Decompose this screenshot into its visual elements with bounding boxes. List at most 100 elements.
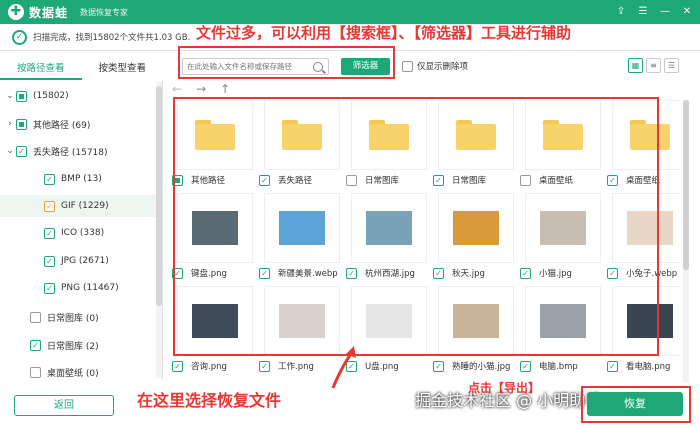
file-thumbnail[interactable] (177, 286, 253, 356)
file-thumbnail[interactable] (525, 193, 601, 263)
file-checkbox[interactable]: ✓ (259, 360, 270, 372)
close-icon[interactable]: ✕ (680, 4, 694, 19)
file-item[interactable]: ✓ 咨询.png (172, 286, 254, 380)
back-button[interactable]: 返回 (14, 395, 114, 416)
file-thumbnail[interactable] (177, 193, 253, 263)
file-item[interactable]: ✓ 杭州西湖.jpg (346, 193, 428, 287)
tree-checkbox[interactable] (30, 311, 41, 323)
file-thumbnail[interactable] (177, 100, 253, 170)
file-item[interactable]: 日常图库 (346, 100, 428, 194)
file-checkbox[interactable]: ✓ (433, 360, 444, 372)
tree-checkbox[interactable]: ✓ (44, 173, 55, 185)
chevron-down-icon[interactable]: ⌄ (4, 90, 16, 102)
tree-scrollbar-thumb[interactable] (156, 86, 162, 306)
search-input[interactable] (183, 59, 311, 74)
file-thumbnail[interactable] (438, 286, 514, 356)
tree-item[interactable]: 日常图库 (0) (0, 306, 160, 328)
file-item[interactable]: ✓ 工作.png (259, 286, 341, 380)
file-thumbnail[interactable] (525, 286, 601, 356)
share-icon[interactable]: ⇪ (614, 4, 628, 19)
tree-checkbox[interactable]: ✓ (44, 227, 55, 239)
file-item[interactable]: ✓ 看电脑.png (607, 286, 680, 380)
tree-checkbox[interactable]: ✓ (44, 255, 55, 267)
menu-icon[interactable]: ☰ (636, 4, 650, 19)
file-checkbox[interactable]: ✓ (433, 174, 444, 186)
file-item[interactable]: 桌面壁纸 (520, 100, 602, 194)
grid-scrollbar[interactable] (683, 100, 689, 382)
file-item[interactable]: 其他路径 (172, 100, 254, 194)
filter-button[interactable]: 筛选器 (341, 58, 390, 75)
tab-by-path[interactable]: 按路径查看 (0, 58, 82, 80)
tree-item[interactable]: ✓ 日常图库 (2) (0, 334, 160, 356)
chevron-right-icon[interactable]: › (4, 118, 16, 130)
file-thumbnail[interactable] (612, 193, 680, 263)
tree-checkbox[interactable]: ✓ (30, 339, 41, 351)
tree-item[interactable]: ✓ JPG (2671) (0, 250, 160, 272)
file-thumbnail[interactable] (351, 193, 427, 263)
minimize-icon[interactable]: — (658, 4, 672, 19)
file-checkbox[interactable]: ✓ (607, 267, 618, 279)
file-checkbox[interactable]: ✓ (433, 267, 444, 279)
file-checkbox[interactable]: ✓ (520, 267, 531, 279)
file-item[interactable]: ✓ 键盘.png (172, 193, 254, 287)
file-checkbox[interactable]: ✓ (259, 267, 270, 279)
file-checkbox[interactable]: ✓ (259, 174, 270, 186)
file-thumbnail[interactable] (438, 100, 514, 170)
grid-scrollbar-thumb[interactable] (683, 100, 689, 270)
tree-item[interactable]: ✓ ICO (338) (0, 222, 160, 244)
search-icon[interactable] (313, 61, 323, 72)
file-item[interactable]: ✓ 电脑.bmp (520, 286, 602, 380)
nav-back-icon[interactable]: ← (172, 82, 182, 96)
file-checkbox[interactable] (520, 174, 531, 186)
recover-button[interactable]: 恢复 (587, 392, 683, 416)
file-item[interactable]: ✓ 小兔子.webp (607, 193, 680, 287)
tree-checkbox[interactable] (16, 90, 27, 102)
tree-item[interactable]: ✓ PNG (11467) (0, 277, 160, 299)
file-checkbox[interactable]: ✓ (346, 267, 357, 279)
list-view-icon[interactable]: ≡ (646, 58, 661, 73)
tree-item[interactable]: ✓ GIF (1229) (0, 195, 160, 217)
file-item[interactable]: ✓ 小猫.jpg (520, 193, 602, 287)
file-checkbox[interactable]: ✓ (172, 267, 183, 279)
file-thumbnail[interactable] (264, 193, 340, 263)
grid-view-icon[interactable]: ▦ (628, 58, 643, 73)
file-thumbnail[interactable] (264, 286, 340, 356)
detail-view-icon[interactable]: ☰ (664, 58, 679, 73)
tree-scrollbar[interactable] (156, 82, 162, 378)
file-item[interactable]: ✓ 熟睡的小猫.jpg (433, 286, 515, 380)
file-checkbox[interactable]: ✓ (172, 360, 183, 372)
tab-by-type[interactable]: 按类型查看 (82, 58, 164, 80)
only-deleted-toggle[interactable]: 仅显示删除项 (402, 60, 468, 72)
file-thumbnail[interactable] (612, 100, 680, 170)
tree-checkbox[interactable]: ✓ (44, 200, 55, 212)
nav-forward-icon[interactable]: → (196, 82, 206, 96)
only-deleted-checkbox[interactable] (402, 60, 413, 72)
tree-item[interactable]: ✓ BMP (13) (0, 168, 160, 190)
file-item[interactable]: ✓ 秋天.jpg (433, 193, 515, 287)
file-thumbnail[interactable] (438, 193, 514, 263)
file-item[interactable]: ✓ 新疆美景.webp (259, 193, 341, 287)
tree-item[interactable]: ⌄ (15802) (0, 85, 160, 107)
file-thumbnail[interactable] (264, 100, 340, 170)
file-thumbnail[interactable] (351, 286, 427, 356)
tree-item[interactable]: ⌄ ✓ 丢失路径 (15718) (0, 140, 160, 162)
file-item[interactable]: ✓ 日常图库 (433, 100, 515, 194)
file-checkbox[interactable] (346, 174, 357, 186)
tree-item[interactable]: 桌面壁纸 (0) (0, 361, 160, 383)
file-thumbnail[interactable] (351, 100, 427, 170)
tree-checkbox[interactable]: ✓ (44, 282, 55, 294)
file-thumbnail[interactable] (525, 100, 601, 170)
tree-checkbox[interactable] (30, 366, 41, 378)
tree-checkbox[interactable]: ✓ (16, 145, 27, 157)
file-checkbox[interactable]: ✓ (520, 360, 531, 372)
chevron-down-icon[interactable]: ⌄ (4, 145, 16, 157)
file-checkbox[interactable] (172, 174, 183, 186)
file-checkbox[interactable]: ✓ (607, 174, 618, 186)
file-item[interactable]: ✓ 丢失路径 (259, 100, 341, 194)
file-item[interactable]: ✓ 桌面壁纸 (607, 100, 680, 194)
file-checkbox[interactable]: ✓ (607, 360, 618, 372)
nav-up-icon[interactable]: ↑ (220, 82, 230, 96)
tree-checkbox[interactable] (16, 118, 27, 130)
file-thumbnail[interactable] (612, 286, 680, 356)
tree-item[interactable]: › 其他路径 (69) (0, 113, 160, 135)
